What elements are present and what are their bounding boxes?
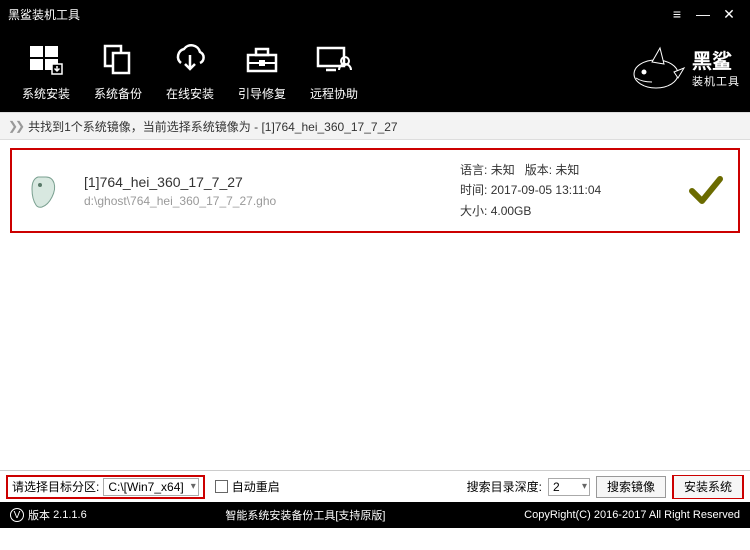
copyright: CopyRight(C) 2016-2017 All Right Reserve…	[524, 509, 740, 521]
tool-label: 系统安装	[10, 85, 82, 102]
search-image-button[interactable]: 搜索镜像	[596, 476, 666, 498]
bottom-bar: 请选择目标分区: C:\[Win7_x64] 自动重启 搜索目录深度: 2 搜索…	[0, 470, 750, 502]
footer: V 版本 2.1.1.6 智能系统安装备份工具[支持原版] CopyRight(…	[0, 502, 750, 528]
tool-boot-repair[interactable]: 引导修复	[226, 39, 298, 102]
menu-icon[interactable]: ≡	[664, 6, 690, 22]
checkbox-icon	[215, 480, 228, 493]
copy-icon	[82, 39, 154, 81]
remote-icon	[298, 39, 370, 81]
auto-restart-checkbox[interactable]: 自动重启	[215, 478, 280, 495]
depth-label: 搜索目录深度:	[467, 478, 542, 495]
cloud-download-icon	[154, 39, 226, 81]
close-icon[interactable]: ✕	[716, 6, 742, 23]
windows-install-icon	[10, 39, 82, 81]
chevron-right-icon: ❯❯	[8, 119, 22, 133]
ghost-icon	[26, 171, 66, 211]
partition-label: 请选择目标分区:	[12, 478, 99, 495]
tool-online-install[interactable]: 在线安装	[154, 39, 226, 102]
brand-sub: 装机工具	[692, 73, 740, 89]
image-title: [1]764_hei_360_17_7_27	[84, 174, 442, 190]
partition-group: 请选择目标分区: C:\[Win7_x64]	[6, 475, 205, 499]
install-group: 安装系统	[672, 475, 744, 499]
minimize-icon[interactable]: —	[690, 6, 716, 22]
tool-system-backup[interactable]: 系统备份	[82, 39, 154, 102]
tool-label: 引导修复	[226, 85, 298, 102]
title-bar: 黑鲨装机工具 ≡ — ✕	[0, 0, 750, 28]
auto-restart-label: 自动重启	[232, 478, 280, 495]
depth-select[interactable]: 2	[548, 478, 590, 496]
image-list: [1]764_hei_360_17_7_27 d:\ghost\764_hei_…	[0, 140, 750, 470]
brand-name: 黑鲨	[692, 51, 740, 73]
footer-center: 智能系统安装备份工具[支持原版]	[87, 507, 524, 523]
tool-label: 系统备份	[82, 85, 154, 102]
shark-icon	[630, 44, 686, 96]
image-item[interactable]: [1]764_hei_360_17_7_27 d:\ghost\764_hei_…	[10, 148, 740, 233]
toolbox-icon	[226, 39, 298, 81]
check-icon	[688, 173, 724, 209]
tool-label: 远程协助	[298, 85, 370, 102]
tool-remote-assist[interactable]: 远程协助	[298, 39, 370, 102]
version-label: 版本	[28, 507, 50, 523]
image-path: d:\ghost\764_hei_360_17_7_27.gho	[84, 194, 442, 208]
image-main: [1]764_hei_360_17_7_27 d:\ghost\764_hei_…	[84, 174, 442, 208]
image-meta: 语言: 未知 版本: 未知 时间: 2017-09-05 13:11:04 大小…	[460, 160, 670, 221]
install-system-button[interactable]: 安装系统	[674, 476, 742, 498]
window-title: 黑鲨装机工具	[8, 6, 664, 23]
brand-logo: 黑鲨 装机工具	[630, 44, 740, 96]
status-text: 共找到1个系统镜像，当前选择系统镜像为 - [1]764_hei_360_17_…	[28, 118, 397, 135]
tool-label: 在线安装	[154, 85, 226, 102]
toolbar: 系统安装 系统备份 在线安装 引导修复 远程协助 黑鲨 装机工具	[0, 28, 750, 112]
version-number: 2.1.1.6	[53, 509, 87, 521]
partition-select[interactable]: C:\[Win7_x64]	[103, 478, 198, 496]
version-icon: V	[10, 508, 24, 522]
tool-system-install[interactable]: 系统安装	[10, 39, 82, 102]
status-line: ❯❯ 共找到1个系统镜像，当前选择系统镜像为 - [1]764_hei_360_…	[0, 112, 750, 140]
